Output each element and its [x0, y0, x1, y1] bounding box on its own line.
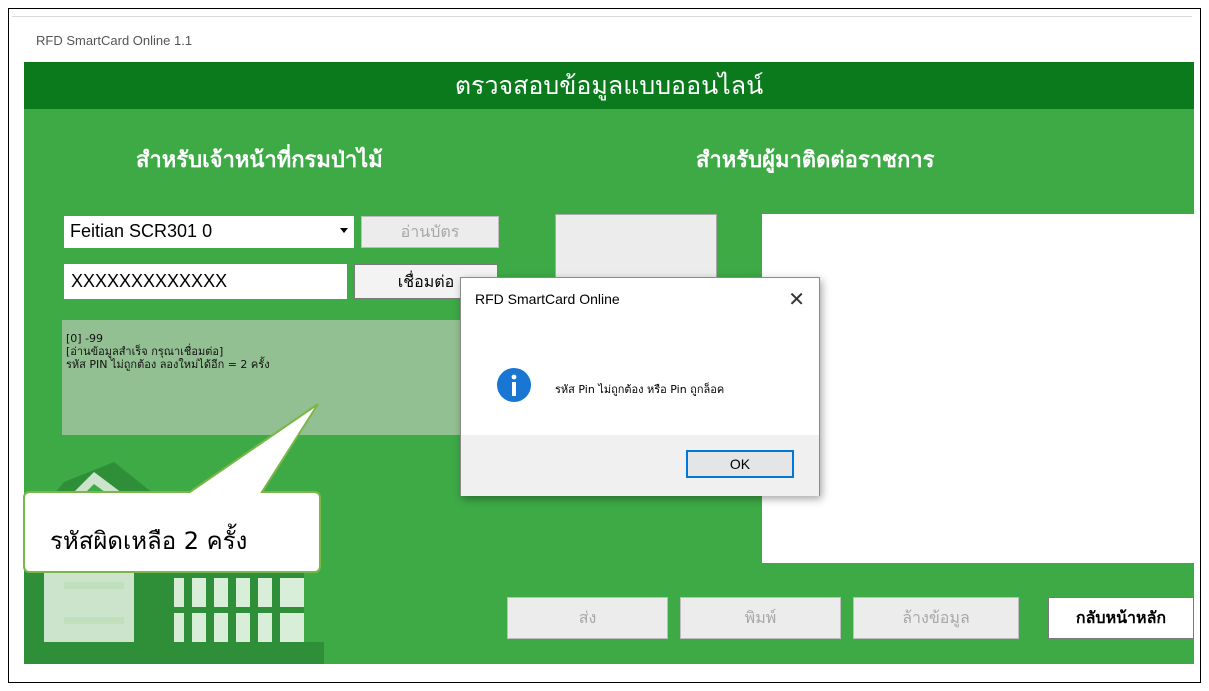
- callout-text: รหัสผิดเหลือ 2 ครั้ง: [50, 527, 248, 555]
- callout-bubble: [23, 403, 321, 573]
